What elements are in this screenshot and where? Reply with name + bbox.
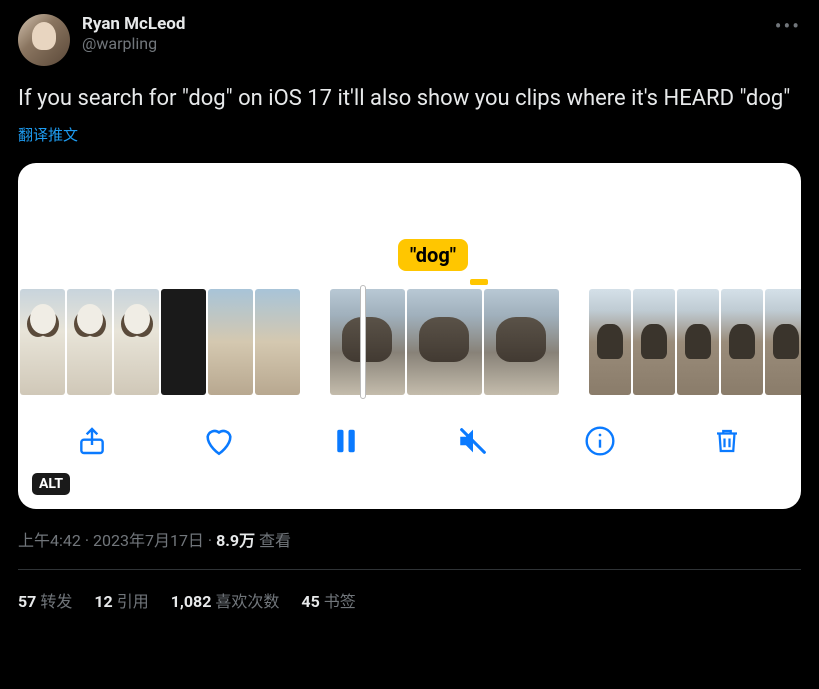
video-thumbnail[interactable] bbox=[208, 289, 253, 395]
tweet-text: If you search for "dog" on iOS 17 it'll … bbox=[18, 84, 801, 114]
video-thumbnail[interactable] bbox=[330, 289, 405, 395]
video-thumbnail[interactable] bbox=[114, 289, 159, 395]
video-thumbnail[interactable] bbox=[721, 289, 763, 395]
tweet-container: Ryan McLeod @warpling ••• If you search … bbox=[0, 0, 819, 612]
video-thumbnail[interactable] bbox=[589, 289, 631, 395]
playhead[interactable] bbox=[360, 285, 366, 399]
tweet-header: Ryan McLeod @warpling ••• bbox=[18, 14, 801, 66]
display-name: Ryan McLeod bbox=[82, 14, 185, 34]
author-names[interactable]: Ryan McLeod @warpling bbox=[82, 14, 185, 53]
avatar[interactable] bbox=[18, 14, 70, 66]
trash-icon[interactable] bbox=[707, 421, 747, 461]
translate-link[interactable]: 翻译推文 bbox=[18, 124, 801, 145]
tweet-meta: 上午4:42 · 2023年7月17日 · 8.9万 查看 bbox=[18, 527, 801, 551]
retweets-stat[interactable]: 57转发 bbox=[18, 588, 72, 612]
clip-group-2 bbox=[330, 289, 559, 395]
clip-group-3 bbox=[589, 289, 801, 395]
tweet-time[interactable]: 上午4:42 bbox=[18, 531, 81, 550]
search-term-badge: "dog" bbox=[398, 239, 468, 271]
video-thumbnail[interactable] bbox=[161, 289, 206, 395]
likes-stat[interactable]: 1,082喜欢次数 bbox=[171, 588, 280, 612]
timeline-marker bbox=[470, 279, 488, 285]
tweet-stats: 57转发 12引用 1,082喜欢次数 45书签 bbox=[18, 570, 801, 612]
video-thumbnail[interactable] bbox=[484, 289, 559, 395]
clip-group-1 bbox=[20, 289, 300, 395]
alt-badge[interactable]: ALT bbox=[32, 473, 70, 495]
video-thumbnail[interactable] bbox=[677, 289, 719, 395]
video-thumbnail[interactable] bbox=[765, 289, 801, 395]
user-handle: @warpling bbox=[82, 34, 185, 53]
tweet-date[interactable]: 2023年7月17日 bbox=[93, 531, 204, 550]
mute-icon[interactable] bbox=[453, 421, 493, 461]
views-count: 8.9万 bbox=[216, 531, 255, 550]
heart-icon[interactable] bbox=[199, 421, 239, 461]
bookmarks-stat[interactable]: 45书签 bbox=[301, 588, 355, 612]
info-icon[interactable] bbox=[580, 421, 620, 461]
views-label: 查看 bbox=[259, 531, 291, 550]
video-thumbnail[interactable] bbox=[407, 289, 482, 395]
quotes-stat[interactable]: 12引用 bbox=[94, 588, 148, 612]
video-thumbnail[interactable] bbox=[67, 289, 112, 395]
video-thumbnail[interactable] bbox=[20, 289, 65, 395]
more-options-icon[interactable]: ••• bbox=[775, 14, 801, 38]
video-thumbnail[interactable] bbox=[255, 289, 300, 395]
video-timeline[interactable] bbox=[18, 289, 801, 395]
media-toolbar bbox=[18, 395, 801, 479]
pause-icon[interactable] bbox=[326, 421, 366, 461]
media-attachment[interactable]: "dog" bbox=[18, 163, 801, 509]
share-icon[interactable] bbox=[72, 421, 112, 461]
video-thumbnail[interactable] bbox=[633, 289, 675, 395]
